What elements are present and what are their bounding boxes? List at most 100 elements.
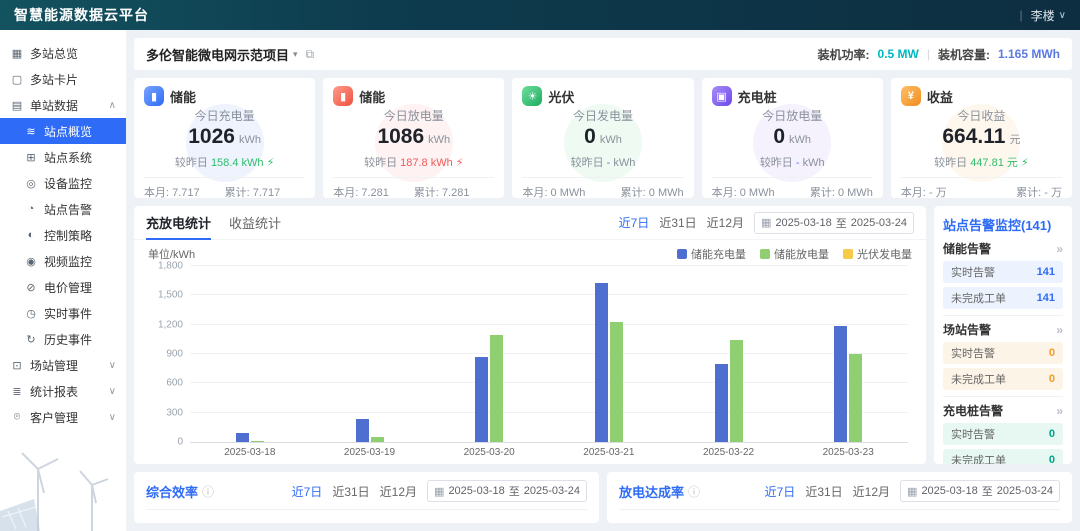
- alarm-row-realtime[interactable]: 实时告警 0: [943, 342, 1063, 364]
- legend-item[interactable]: 储能充电量: [677, 246, 746, 262]
- alarm-panel-title[interactable]: 站点告警监控(141): [943, 215, 1063, 234]
- range-31-days[interactable]: 近31日: [805, 483, 842, 500]
- tab-charge-discharge-stats[interactable]: 充放电统计: [146, 206, 211, 239]
- sidebar-item-history-events[interactable]: ↻ 历史事件: [0, 326, 126, 352]
- compare-line: 较昨日 447.81 元 ⚡: [901, 154, 1062, 170]
- calendar-icon: ▦: [761, 216, 771, 229]
- sidebar: ▦ 多站总览 ▢ 多站卡片 ▤ 单站数据 ∧ ≋ 站点概览 ⊞ 站点系统 ◎: [0, 30, 126, 531]
- info-icon[interactable]: ⓘ: [688, 483, 700, 500]
- metric-value: 1026kWh: [144, 124, 305, 153]
- metric-label: 今日收益: [901, 107, 1062, 124]
- grid-icon: ▦: [10, 47, 24, 60]
- range-7-days[interactable]: 近7日: [619, 214, 650, 231]
- money-icon: ¥: [901, 86, 921, 106]
- legend-swatch: [843, 249, 853, 259]
- bar-group: [669, 266, 789, 442]
- app-title: 智慧能源数据云平台: [14, 5, 149, 25]
- user-menu[interactable]: 李楼 ∨: [1031, 7, 1066, 24]
- sidebar-group-statistics-reports[interactable]: ≣ 统计报表 ∨: [0, 378, 126, 404]
- sidebar-item-multi-station-cards[interactable]: ▢ 多站卡片: [0, 66, 126, 92]
- alarm-row-realtime[interactable]: 实时告警 0: [943, 423, 1063, 445]
- tab-revenue-stats[interactable]: 收益统计: [229, 206, 281, 239]
- sidebar-item-label: 客户管理: [30, 409, 78, 426]
- project-bar: 多伦智能微电网示范项目 ▾ ⧉ 装机功率: 0.5 MW | 装机容量: 1.1…: [134, 38, 1072, 70]
- y-tick-label: 0: [177, 437, 183, 448]
- camera-icon: ◉: [24, 255, 38, 268]
- legend-item[interactable]: 储能放电量: [760, 246, 829, 262]
- metric-label: 今日充电量: [144, 107, 305, 124]
- copy-icon[interactable]: ⧉: [306, 47, 315, 62]
- range-31-days[interactable]: 近31日: [659, 214, 696, 231]
- sidebar-item-video-monitor[interactable]: ◉ 视频监控: [0, 248, 126, 274]
- sidebar-item-multi-station-overview[interactable]: ▦ 多站总览: [0, 40, 126, 66]
- alarm-row-open-orders[interactable]: 未完成工单 0: [943, 449, 1063, 464]
- alarm-group-station: 场站告警 » 实时告警 0 未完成工单 0: [943, 315, 1063, 390]
- stat-cards-row: ▮ 储能 今日充电量 1026kWh 较昨日 158.4 kWh ⚡ 本月: 7…: [134, 78, 1072, 198]
- range-12-months[interactable]: 近12月: [380, 483, 417, 500]
- info-icon[interactable]: ⓘ: [202, 483, 214, 500]
- sidebar-item-label: 电价管理: [44, 279, 92, 296]
- sidebar-group-customer-management[interactable]: ⌾ 客户管理 ∨: [0, 404, 126, 430]
- alarm-row-realtime[interactable]: 实时告警 141: [943, 261, 1063, 283]
- history-icon: ↻: [24, 333, 38, 346]
- sidebar-group-station-management[interactable]: ⊡ 场站管理 ∨: [0, 352, 126, 378]
- range-12-months[interactable]: 近12月: [707, 214, 744, 231]
- more-arrow-icon[interactable]: »: [1056, 242, 1063, 256]
- date-range-picker[interactable]: ▦ 2025-03-18 至 2025-03-24: [754, 212, 914, 234]
- metric-value: 0kWh: [712, 124, 873, 153]
- alarm-group-charging-pile: 充电桩告警 » 实时告警 0 未完成工单 0: [943, 396, 1063, 464]
- bar-group: [190, 266, 310, 442]
- sidebar-item-label: 单站数据: [30, 97, 78, 114]
- chevron-down-icon: ∨: [109, 412, 116, 423]
- card-type-label: 光伏: [548, 87, 574, 106]
- sidebar-item-label: 统计报表: [30, 383, 78, 400]
- bar-储能充电量: [715, 364, 728, 442]
- card-footer: 本月: 7.281 MWh 累计: 7.281 MWh: [333, 177, 494, 198]
- sidebar-item-label: 站点系统: [44, 149, 92, 166]
- overall-efficiency-panel: 综合效率 ⓘ 近7日 近31日 近12月 ▦ 2025-03-18 至 2025…: [134, 472, 599, 523]
- main-content: 多伦智能微电网示范项目 ▾ ⧉ 装机功率: 0.5 MW | 装机容量: 1.1…: [126, 30, 1080, 531]
- sidebar-item-realtime-events[interactable]: ◷ 实时事件: [0, 300, 126, 326]
- range-7-days[interactable]: 近7日: [292, 483, 323, 500]
- stat-card-storage-charge: ▮ 储能 今日充电量 1026kWh 较昨日 158.4 kWh ⚡ 本月: 7…: [134, 78, 315, 198]
- sidebar-item-control-strategy[interactable]: ◐ 控制策略: [0, 222, 126, 248]
- calendar-icon: ▦: [907, 485, 917, 498]
- sidebar-item-site-overview[interactable]: ≋ 站点概览: [0, 118, 126, 144]
- y-tick-label: 900: [166, 349, 183, 360]
- solar-icon: ☀: [522, 86, 542, 106]
- chevron-down-icon: ▾: [293, 49, 298, 60]
- alarm-icon: ◔: [24, 203, 38, 215]
- x-tick-label: 2025-03-19: [310, 443, 430, 458]
- x-tick-label: 2025-03-18: [190, 443, 310, 458]
- card-type-label: 储能: [170, 87, 196, 106]
- metric-label: 今日放电量: [333, 107, 494, 124]
- bar-储能放电量: [371, 437, 384, 442]
- sidebar-item-label: 站点概览: [44, 123, 92, 140]
- more-arrow-icon[interactable]: »: [1056, 404, 1063, 418]
- sidebar-item-label: 控制策略: [44, 227, 92, 244]
- divider: |: [927, 47, 930, 61]
- sidebar-group-single-station-data[interactable]: ▤ 单站数据 ∧: [0, 92, 126, 118]
- bar-储能放电量: [730, 340, 743, 442]
- alarm-row-open-orders[interactable]: 未完成工单 0: [943, 368, 1063, 390]
- legend-item[interactable]: 光伏发电量: [843, 246, 912, 262]
- alarm-row-open-orders[interactable]: 未完成工单 141: [943, 287, 1063, 309]
- range-12-months[interactable]: 近12月: [853, 483, 890, 500]
- more-arrow-icon[interactable]: »: [1056, 323, 1063, 337]
- sidebar-item-device-monitor[interactable]: ◎ 设备监控: [0, 170, 126, 196]
- metric-label: 今日发电量: [522, 107, 683, 124]
- range-31-days[interactable]: 近31日: [332, 483, 369, 500]
- system-icon: ⊞: [24, 151, 38, 164]
- date-range-picker[interactable]: ▦ 2025-03-18 至 2025-03-24: [900, 480, 1060, 502]
- sidebar-item-price-management[interactable]: ⊘ 电价管理: [0, 274, 126, 300]
- y-tick-label: 600: [166, 378, 183, 389]
- date-range-picker[interactable]: ▦ 2025-03-18 至 2025-03-24: [427, 480, 587, 502]
- lightning-icon: ⚡: [1021, 157, 1029, 169]
- sidebar-item-site-alarm[interactable]: ◔ 站点告警: [0, 196, 126, 222]
- bar-储能充电量: [236, 433, 249, 442]
- bar-group: [788, 266, 908, 442]
- range-7-days[interactable]: 近7日: [765, 483, 796, 500]
- installed-power-value: 0.5 MW: [878, 47, 919, 61]
- project-selector[interactable]: 多伦智能微电网示范项目 ▾: [146, 45, 298, 64]
- sidebar-item-site-system[interactable]: ⊞ 站点系统: [0, 144, 126, 170]
